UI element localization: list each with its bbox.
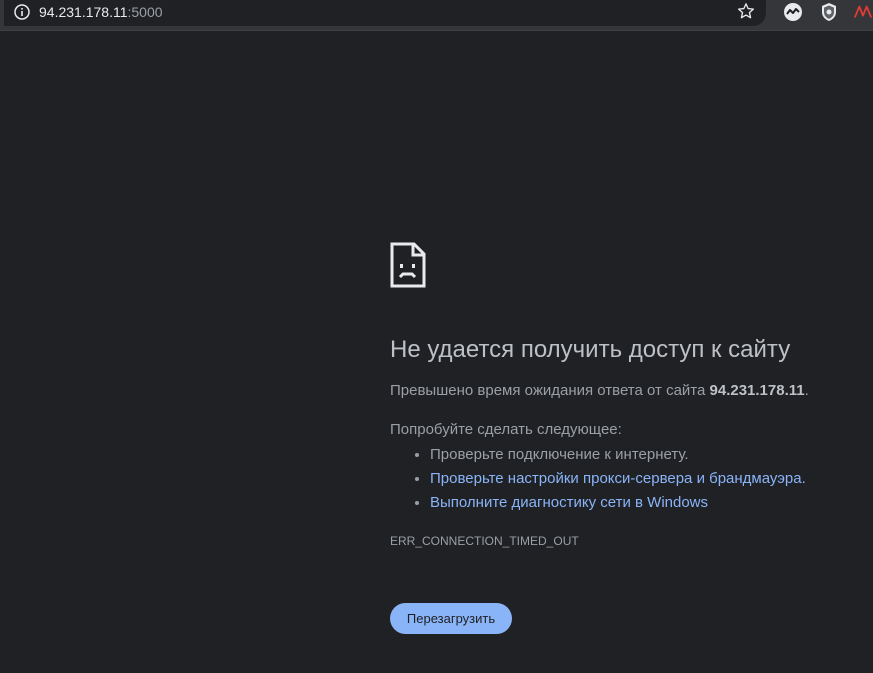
url-port: :5000 [127,4,163,20]
extension-red-icon[interactable] [853,1,873,23]
suggestion-check-connection: Проверьте подключение к интернету. [430,446,689,463]
address-bar[interactable]: 94.231.178.11:5000 [4,0,766,26]
browser-toolbar: 94.231.178.11:5000 [0,0,873,30]
info-icon[interactable] [12,2,32,22]
sad-page-icon [390,242,426,288]
toolbar-divider [0,30,873,35]
bookmark-star-icon[interactable] [736,1,756,21]
extension-icon[interactable] [782,1,804,23]
error-title: Не удается получить доступ к сайту [390,336,791,363]
description-host: 94.231.178.11 [709,382,805,399]
description-suffix: . [804,382,809,399]
suggestions-heading: Попробуйте сделать следующее: [390,421,622,438]
error-page: Не удается получить доступ к сайту Превы… [390,242,860,634]
suggestions-list: Проверьте подключение к интернету. Прове… [390,443,806,515]
description-prefix: Превышено время ожидания ответа от сайта [390,382,706,399]
suggestion-network-diagnostics-link[interactable]: Выполните диагностику сети в Windows [430,494,708,511]
list-item: Проверьте настройки прокси-сервера и бра… [430,467,806,491]
list-item: Проверьте подключение к интернету. [430,443,806,467]
error-description: Превышено время ожидания ответа от сайта… [390,381,809,401]
list-item: Выполните диагностику сети в Windows [430,491,806,515]
shield-extension-icon[interactable] [818,1,840,23]
reload-button[interactable]: Перезагрузить [390,603,512,634]
suggestion-proxy-firewall-link[interactable]: Проверьте настройки прокси-сервера и бра… [430,470,806,487]
url-text[interactable]: 94.231.178.11:5000 [39,3,163,21]
url-host: 94.231.178.11 [39,4,128,20]
error-code: ERR_CONNECTION_TIMED_OUT [390,534,579,548]
